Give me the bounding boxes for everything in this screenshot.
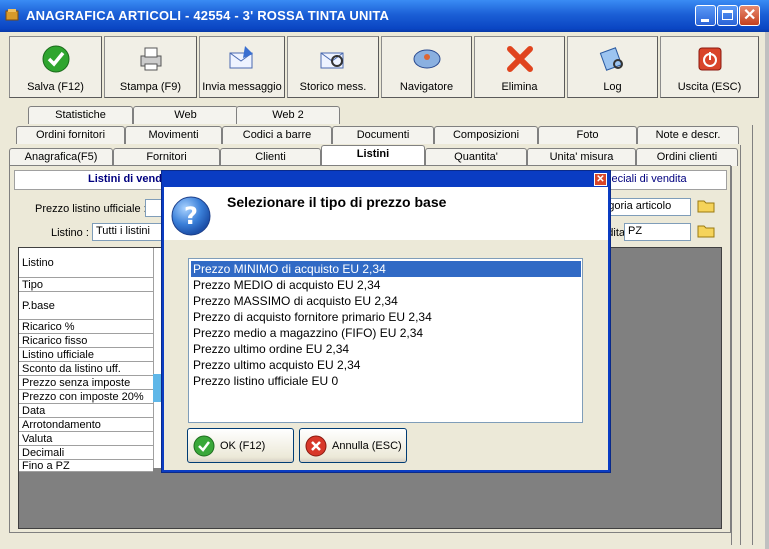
toolbar-button-salva-f12[interactable]: Salva (F12) <box>9 36 102 98</box>
grid-row-label: Ricarico fisso <box>19 334 153 348</box>
tab-quantita[interactable]: Quantita' <box>425 148 527 166</box>
price-option[interactable]: Prezzo MEDIO di acquisto EU 2,34 <box>191 277 581 293</box>
svg-text:?: ? <box>184 202 198 230</box>
window-title: ANAGRAFICA ARTICOLI - 42554 - 3' ROSSA T… <box>26 8 390 23</box>
close-icon: ✕ <box>743 7 757 24</box>
cancel-label: Annulla (ESC) <box>332 440 402 452</box>
toolbar-button-label: Salva (F12) <box>27 81 84 93</box>
tab-fornitori[interactable]: Fornitori <box>113 148 220 166</box>
delete-x-icon <box>506 46 533 72</box>
tab-foto[interactable]: Foto <box>538 126 637 144</box>
toolbar-button-label: Storico mess. <box>299 81 367 93</box>
grid-row-label: Decimali <box>19 446 153 460</box>
listino-label: Listino : <box>51 227 89 239</box>
toolbar-button-log[interactable]: Log <box>567 36 658 98</box>
grid-row-label: Listino ufficiale <box>19 348 153 362</box>
tab-ordini-clienti[interactable]: Ordini clienti <box>636 148 738 166</box>
app-icon <box>5 9 19 21</box>
dialog-heading: Selezionare il tipo di prezzo base <box>227 194 447 210</box>
grid-row-label: Prezzo senza imposte <box>19 376 153 390</box>
tab-codici-a-barre[interactable]: Codici a barre <box>222 126 332 144</box>
price-option[interactable]: Prezzo listino ufficiale EU 0 <box>191 373 581 389</box>
ok-label: OK (F12) <box>220 440 266 452</box>
window-edge <box>765 32 769 549</box>
toolbar-button-storico-mess[interactable]: Storico mess. <box>287 36 379 98</box>
title-bar[interactable]: ANAGRAFICA ARTICOLI - 42554 - 3' ROSSA T… <box>0 0 769 32</box>
tab-listini[interactable]: Listini <box>321 145 425 167</box>
folder-icon[interactable] <box>697 222 715 238</box>
grid-row-label: Prezzo con imposte 20% <box>19 390 153 404</box>
toolbar-button-uscita-esc[interactable]: Uscita (ESC) <box>660 36 759 98</box>
tab-statistiche[interactable]: Statistiche <box>28 106 133 124</box>
panel-stack-edge <box>731 160 767 545</box>
cancel-icon <box>305 435 327 457</box>
tab-clienti[interactable]: Clienti <box>220 148 321 166</box>
tab-web-2[interactable]: Web 2 <box>236 106 340 124</box>
price-option[interactable]: Prezzo MINIMO di acquisto EU 2,34 <box>191 261 581 277</box>
toolbar-button-label: Elimina <box>501 81 538 93</box>
grid-highlight <box>153 374 161 402</box>
folder-icon[interactable] <box>697 197 715 213</box>
grid-row-label: Tipo <box>19 278 153 292</box>
toolbar-button-invia-messaggio[interactable]: Invia messaggio <box>199 36 285 98</box>
dialog-close-button[interactable]: ✕ <box>594 173 607 186</box>
check-icon <box>42 45 69 73</box>
log-icon <box>599 47 623 71</box>
exit-icon <box>698 47 721 71</box>
tab-anagrafica-f5[interactable]: Anagrafica(F5) <box>9 148 113 166</box>
um-input[interactable]: PZ <box>624 223 691 241</box>
price-option[interactable]: Prezzo ultimo ordine EU 2,34 <box>191 341 581 357</box>
panel-stack-line <box>740 145 741 545</box>
toolbar-button-label: Navigatore <box>399 81 454 93</box>
maximize-button[interactable] <box>717 5 738 26</box>
panel-stack-line <box>752 125 753 545</box>
tab-movimenti[interactable]: Movimenti <box>125 126 222 144</box>
printer-icon <box>140 47 161 71</box>
tab-note-e-descr[interactable]: Note e descr. <box>637 126 739 144</box>
check-icon <box>193 435 215 457</box>
section-right-title: Speciali di vendita <box>598 173 687 185</box>
price-option[interactable]: Prezzo medio a magazzino (FIFO) EU 2,34 <box>191 325 581 341</box>
toolbar-button-elimina[interactable]: Elimina <box>474 36 565 98</box>
send-message-icon <box>229 46 253 69</box>
grid-row-label: Fino a PZ <box>19 460 153 472</box>
listino-select[interactable]: Tutti i listini <box>92 223 162 241</box>
toolbar-button-navigatore[interactable]: Navigatore <box>381 36 472 98</box>
tab-ordini-fornitori[interactable]: Ordini fornitori <box>16 126 125 144</box>
toolbar-button-label: Stampa (F9) <box>119 81 182 93</box>
tab-composizioni[interactable]: Composizioni <box>434 126 538 144</box>
message-history-icon <box>320 52 344 69</box>
price-option[interactable]: Prezzo di acquisto fornitore primario EU… <box>191 309 581 325</box>
close-window-button[interactable]: ✕ <box>739 5 760 26</box>
toolbar-button-label: Log <box>603 81 622 93</box>
prezzo-listino-label: Prezzo listino ufficiale : <box>35 203 147 215</box>
grid-row-label: Ricarico % <box>19 320 153 334</box>
grid-row-label: Listino <box>19 248 153 278</box>
cancel-button[interactable]: Annulla (ESC) <box>299 428 407 463</box>
grid-row-label: Sconto da listino uff. <box>19 362 153 376</box>
price-option[interactable]: Prezzo ultimo acquisto EU 2,34 <box>191 357 581 373</box>
ok-button[interactable]: OK (F12) <box>187 428 294 463</box>
toolbar-button-label: Uscita (ESC) <box>677 81 742 93</box>
navigator-icon <box>413 49 440 69</box>
price-option[interactable]: Prezzo MASSIMO di acquisto EU 2,34 <box>191 293 581 309</box>
minimize-button[interactable] <box>695 5 716 26</box>
toolbar-button-stampa-f9[interactable]: Stampa (F9) <box>104 36 197 98</box>
tab-documenti[interactable]: Documenti <box>332 126 434 144</box>
grid-row-label: Valuta <box>19 432 153 446</box>
grid-row-label: P.base <box>19 292 153 320</box>
grid-row-label: Arrotondamento <box>19 418 153 432</box>
tab-web[interactable]: Web <box>133 106 238 124</box>
grid-row-label: Data <box>19 404 153 418</box>
tab-unita-misura[interactable]: Unita' misura <box>527 148 636 166</box>
toolbar-button-label: Invia messaggio <box>202 81 282 93</box>
question-icon: ? <box>171 196 211 236</box>
